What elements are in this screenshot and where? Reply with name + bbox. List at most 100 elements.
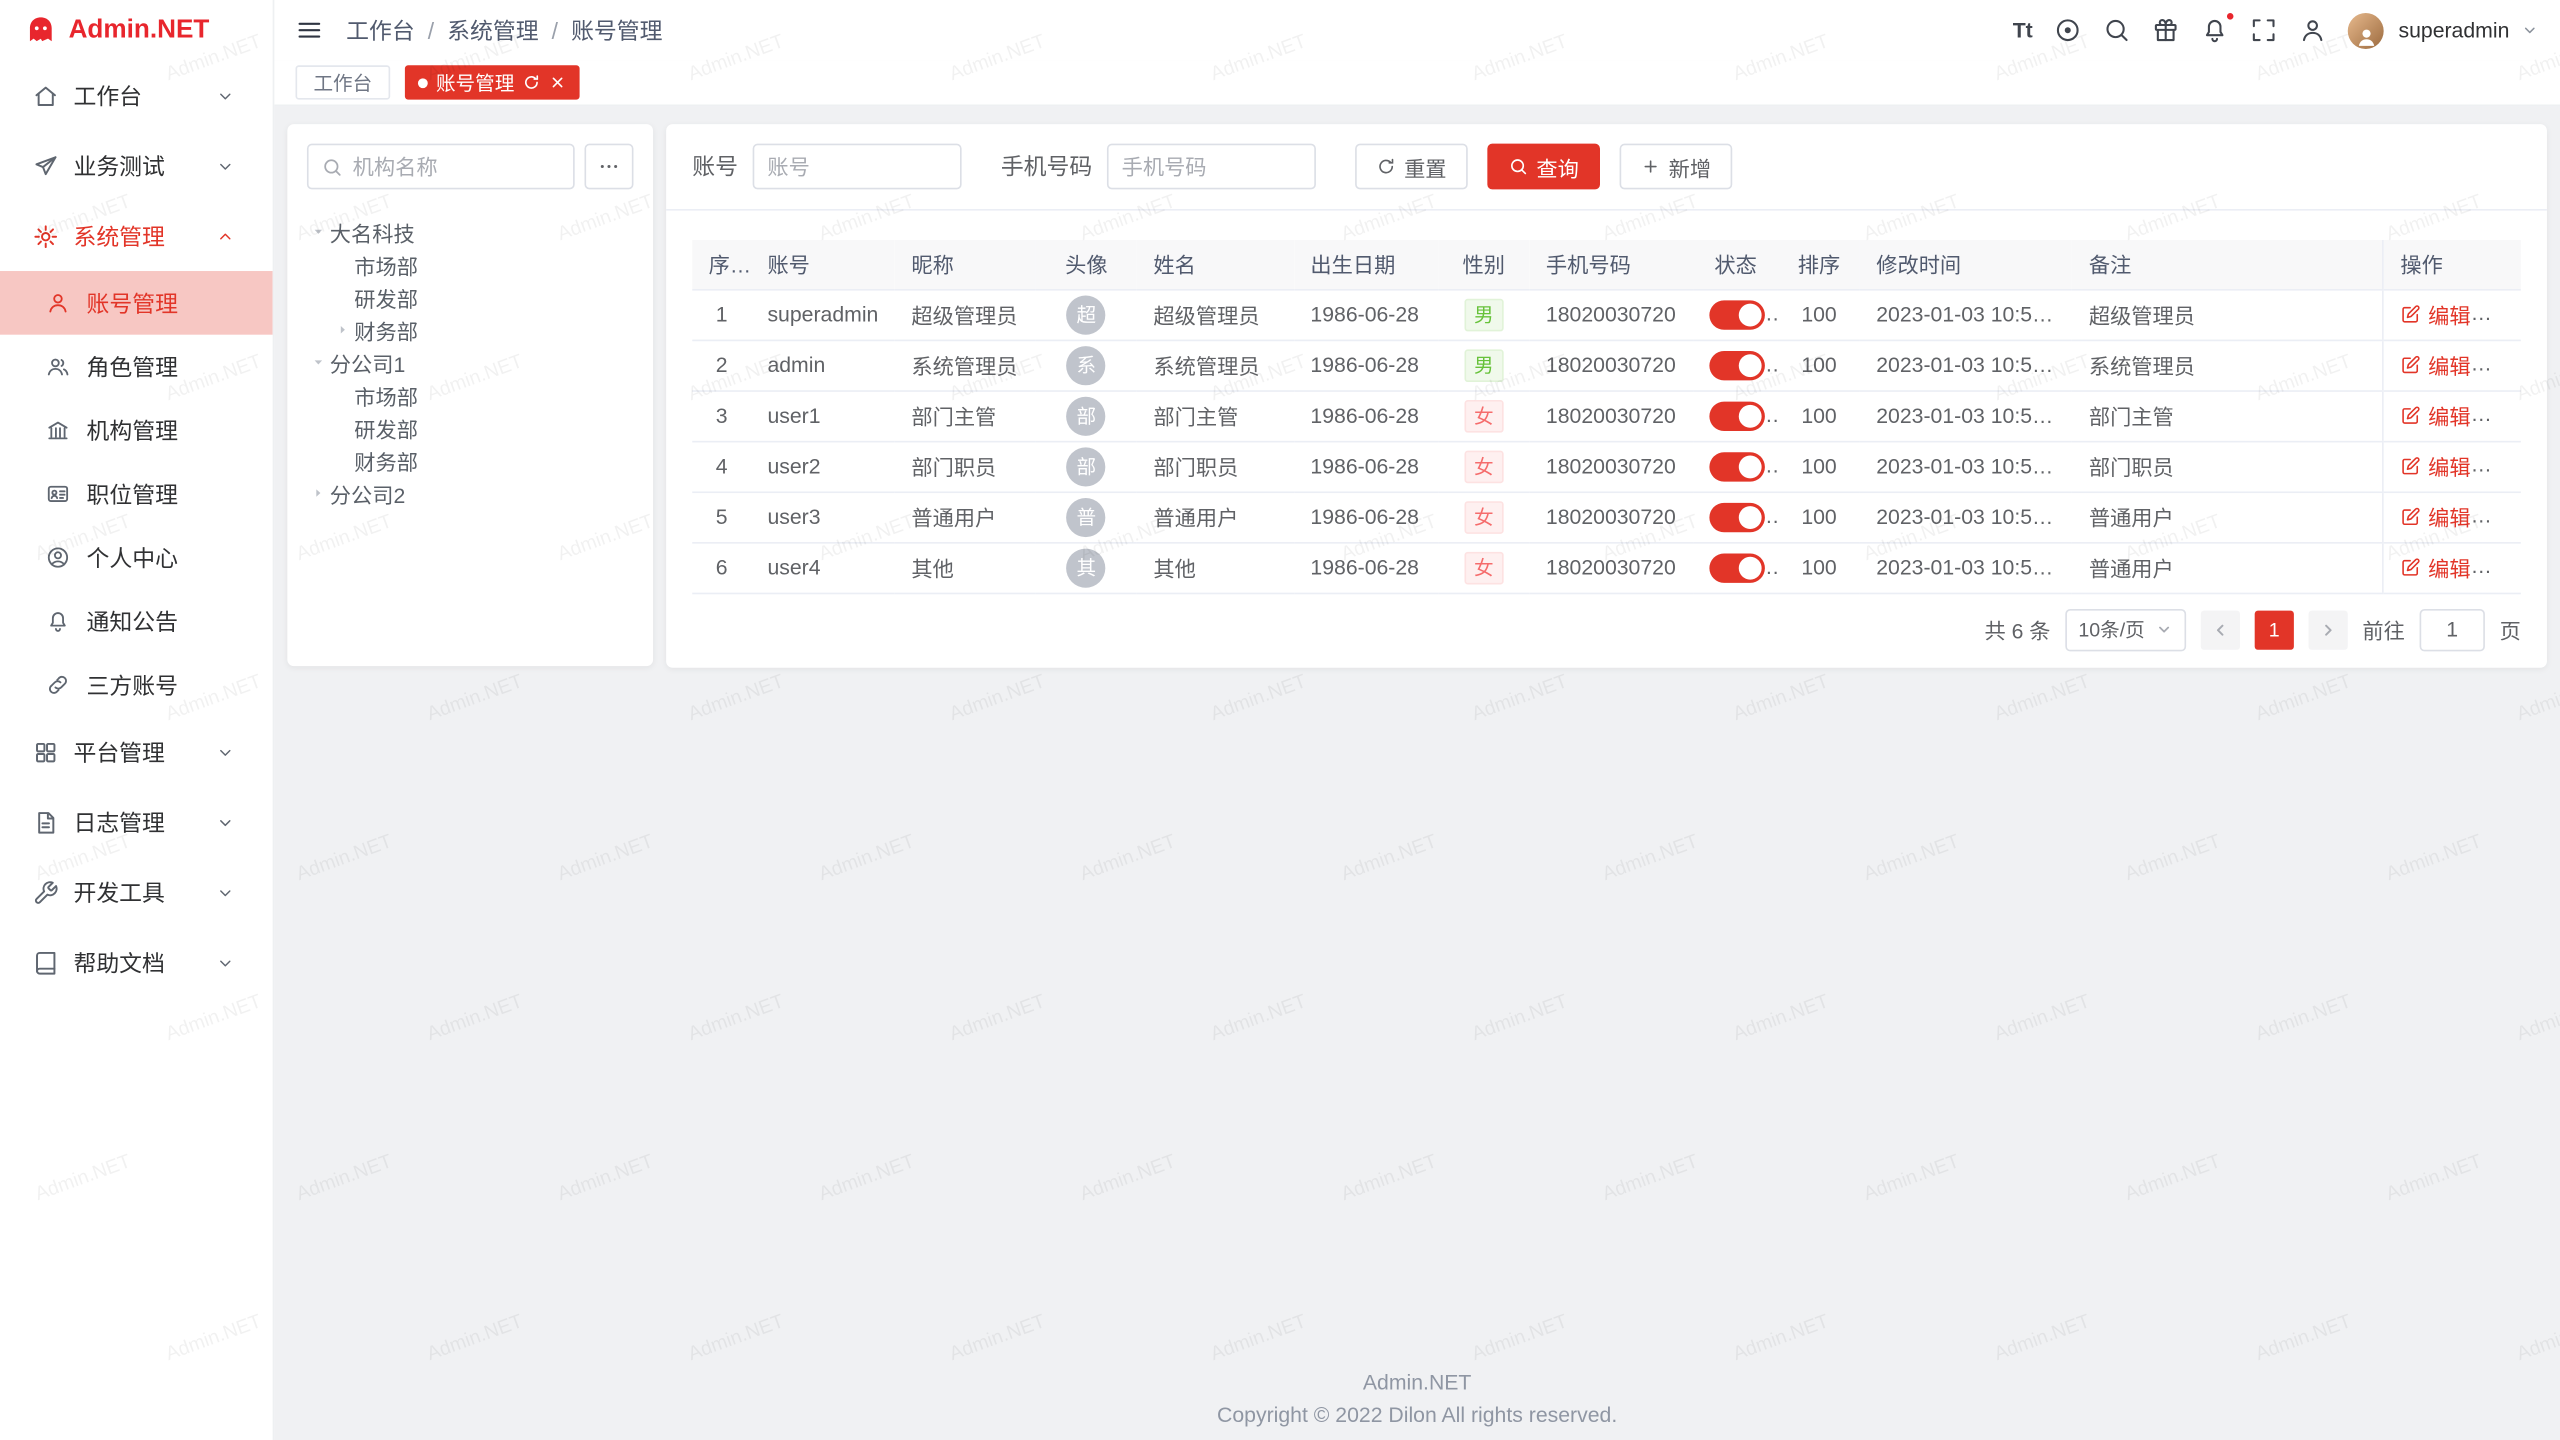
breadcrumb-item-system-mgmt[interactable]: 系统管理 [447,14,538,47]
status-toggle[interactable] [1709,553,1765,582]
avatar: 超 [1067,295,1106,334]
username[interactable]: superadmin [2398,18,2509,42]
breadcrumb-item-workbench[interactable]: 工作台 [346,14,415,47]
sidebar-item-business-test[interactable]: 业务测试 [0,131,273,201]
fullscreen-icon[interactable] [2250,16,2278,44]
test-icon [33,153,59,179]
sidebar-item-role-mgmt[interactable]: 角色管理 [0,335,273,399]
next-page-button[interactable] [2309,610,2348,649]
circle-dot-icon[interactable] [2054,16,2082,44]
search-icon[interactable] [2103,16,2131,44]
tab-workbench[interactable]: 工作台 [296,65,391,99]
status-toggle[interactable] [1709,502,1765,531]
user-icon[interactable] [2299,16,2327,44]
tree-node[interactable]: 大名科技 [307,216,634,249]
cell-nickname: 部门主管 [895,390,1036,441]
sidebar-item-system-mgmt[interactable]: 系统管理 [0,201,273,271]
tree-node[interactable]: 市场部 [307,248,634,281]
edit-button[interactable]: 编辑 [2400,299,2470,330]
cell-avatar: 其 [1036,542,1137,593]
cell-nickname: 部门职员 [895,441,1036,492]
sidebar-item-dev-tools[interactable]: 开发工具 [0,857,273,927]
prev-page-button[interactable] [2201,610,2240,649]
tab-refresh-icon[interactable] [523,73,541,91]
cell-avatar: 超 [1036,289,1137,340]
sidebar-item-platform-mgmt[interactable]: 平台管理 [0,717,273,787]
account-filter-input[interactable] [767,154,947,178]
sidebar-item-org-mgmt[interactable]: 机构管理 [0,398,273,462]
sidebar-item-label: 角色管理 [87,350,250,383]
col-nickname: 昵称 [895,240,1036,289]
edit-button[interactable]: 编辑 [2400,552,2470,583]
add-button[interactable]: 新增 [1620,144,1733,190]
tree-node[interactable]: 分公司2 [307,477,634,510]
pagination-total: 共 6 条 [1984,614,2050,645]
col-account: 账号 [751,240,895,289]
cell-birth: 1986-06-28 [1294,289,1438,340]
hamburger-menu-icon[interactable] [296,16,324,44]
gear-icon [33,223,59,249]
edit-button[interactable]: 编辑 [2400,349,2470,380]
tree-indent [331,451,354,471]
search-button[interactable]: 查询 [1487,144,1600,190]
user-menu-chevron-down-icon[interactable] [2521,21,2539,39]
cell-account: superadmin [751,289,895,340]
status-toggle[interactable] [1709,401,1765,430]
sidebar-item-third-party-account[interactable]: 三方账号 [0,653,273,717]
tree-node[interactable]: 分公司1 [307,346,634,379]
tab-account-mgmt[interactable]: 账号管理 [405,65,580,99]
link-icon [46,673,70,697]
caret-right-icon[interactable] [309,351,329,374]
table-row: 3user1部门主管部部门主管1986-06-28女18020030720100… [692,390,2521,441]
status-toggle[interactable] [1709,451,1765,480]
avatar[interactable] [2348,12,2384,48]
chevron-down-icon [216,86,236,106]
edit-button[interactable]: 编辑 [2400,400,2470,431]
sidebar-item-position-mgmt[interactable]: 职位管理 [0,462,273,526]
col-op: 操作 [2383,240,2521,289]
status-toggle[interactable] [1709,350,1765,379]
bell-icon[interactable] [2201,16,2229,44]
tree-node[interactable]: 研发部 [307,411,634,444]
goto-page-input[interactable] [2420,608,2485,650]
tab-close-icon[interactable] [549,73,567,91]
sidebar-item-notice-announcement[interactable]: 通知公告 [0,589,273,653]
gift-icon[interactable] [2152,16,2180,44]
edit-button[interactable]: 编辑 [2400,451,2470,482]
edit-icon [2400,304,2421,325]
sidebar-item-label: 业务测试 [73,149,215,182]
cell-op: 编辑 [2383,441,2521,492]
sidebar-item-workbench[interactable]: 工作台 [0,60,273,130]
caret-right-icon[interactable] [309,220,329,243]
org-search-input[interactable] [353,154,560,178]
tree-node[interactable]: 财务部 [307,313,634,346]
sidebar-item-account-mgmt[interactable]: 账号管理 [0,271,273,335]
cell-account: user2 [751,441,895,492]
col-remark: 备注 [2073,240,2384,289]
reset-button[interactable]: 重置 [1355,144,1468,190]
tree-node[interactable]: 市场部 [307,379,634,412]
breadcrumb-item-account-mgmt[interactable]: 账号管理 [571,14,662,47]
caret-right-icon[interactable] [307,483,330,503]
phone-filter-input[interactable] [1122,154,1302,178]
tree-node[interactable]: 研发部 [307,281,634,314]
pagination: 共 6 条 10条/页 1 前往 [692,608,2521,650]
org-more-button[interactable] [584,144,633,190]
edit-button[interactable]: 编辑 [2400,501,2470,532]
logo[interactable]: Admin.NET [0,0,273,60]
sidebar-item-label: 日志管理 [73,806,215,839]
cell-gender: 男 [1438,289,1530,340]
content: 大名科技市场部研发部财务部分公司1市场部研发部财务部分公司2 账号 手机号码 [274,106,2560,1440]
page-button-1[interactable]: 1 [2255,610,2294,649]
tree-node[interactable]: 财务部 [307,444,634,477]
status-toggle[interactable] [1709,300,1765,329]
caret-right-icon[interactable] [331,320,354,340]
cell-avatar: 普 [1036,491,1137,542]
sidebar-item-help-docs[interactable]: 帮助文档 [0,927,273,997]
page-size-select[interactable]: 10条/页 [2065,608,2186,650]
sidebar-item-profile-center[interactable]: 个人中心 [0,526,273,590]
sidebar-item-log-mgmt[interactable]: 日志管理 [0,787,273,857]
font-size-icon[interactable]: Tt [2013,16,2033,44]
bell-icon [46,609,70,633]
cell-phone: 18020030720 [1530,289,1694,340]
